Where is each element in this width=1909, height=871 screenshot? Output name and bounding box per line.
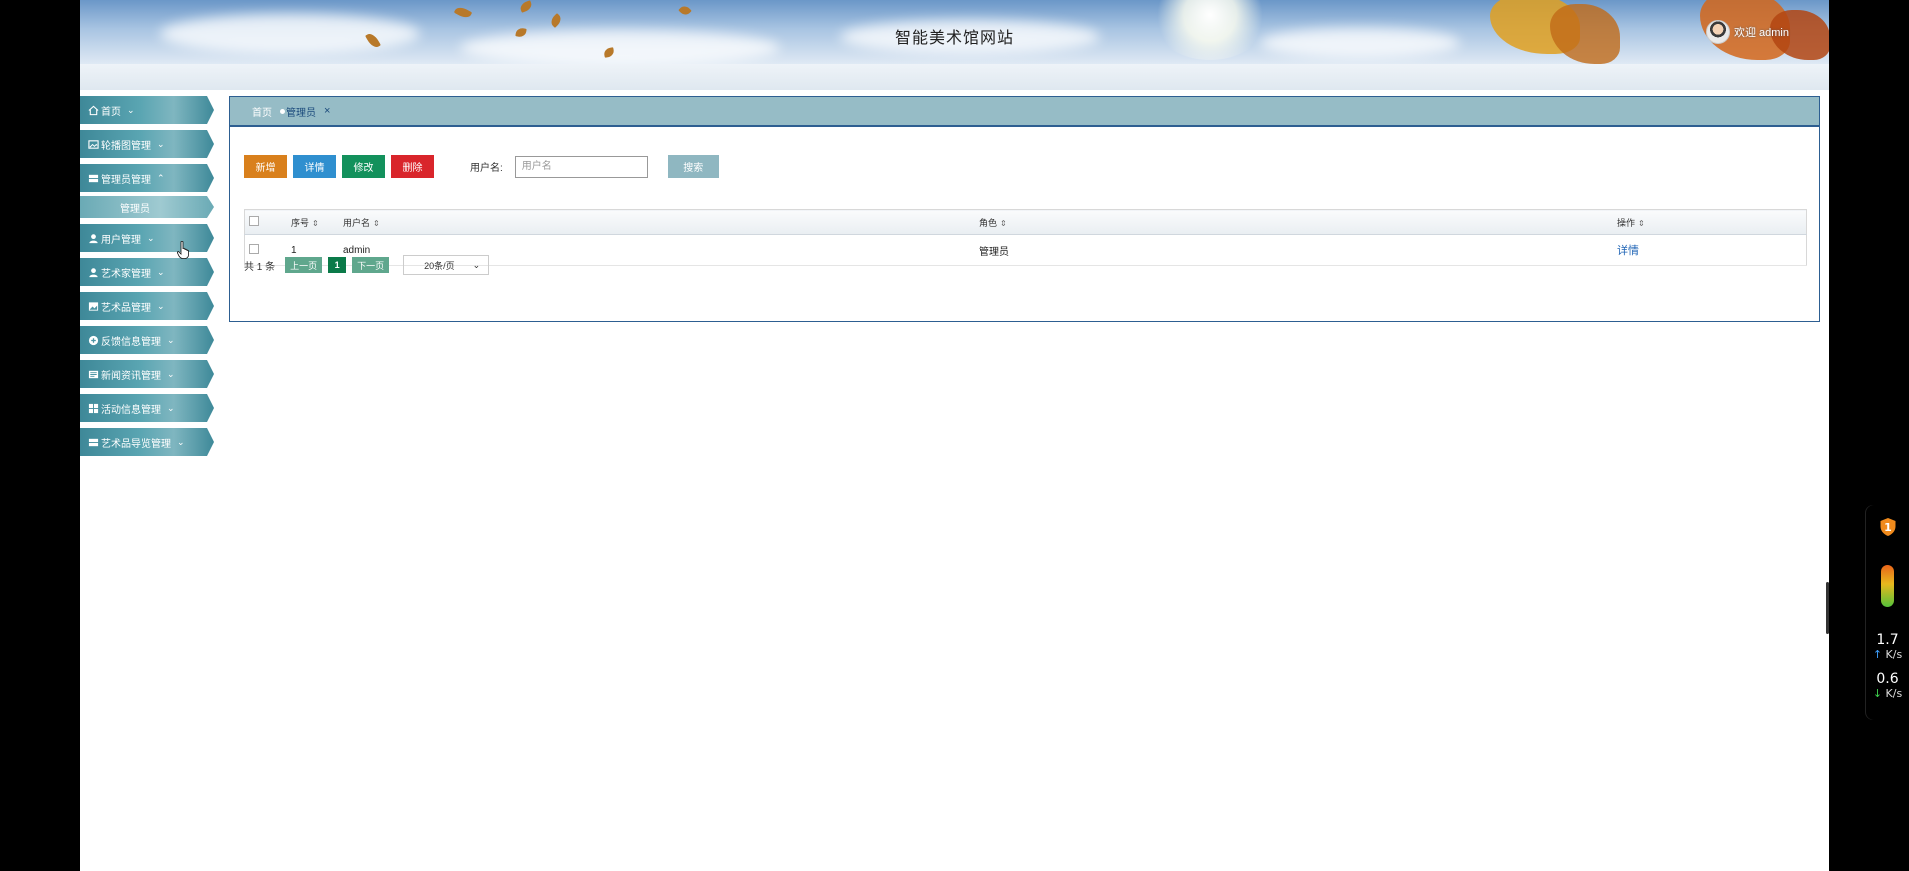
add-button[interactable]: 新增 — [244, 155, 287, 178]
user-icon — [87, 232, 99, 244]
row-detail-link[interactable]: 详情 — [1617, 245, 1639, 257]
chevron-down-icon: ⌄ — [472, 259, 481, 270]
column-header-username[interactable]: 用户名 ⇕ — [342, 209, 978, 235]
sidebar-subitem-admin[interactable]: 管理员 — [80, 196, 214, 218]
search-label: 用户名: — [470, 163, 503, 174]
arrow-down-icon: ↓ — [1872, 687, 1883, 700]
chevron-down-icon: ⌄ — [167, 334, 175, 345]
picture-icon — [87, 300, 99, 312]
chevron-down-icon: ⌄ — [167, 368, 175, 379]
chevron-down-icon: ⌄ — [167, 402, 175, 413]
sidebar-item-label: 新闻资讯管理 — [101, 370, 161, 382]
total-count: 共 1 条 — [244, 261, 276, 273]
detail-button[interactable]: 详情 — [293, 155, 336, 178]
delete-button[interactable]: 删除 — [391, 155, 434, 178]
shield-icon[interactable]: 1 — [1879, 517, 1897, 537]
sidebar-item-activity-management[interactable]: 活动信息管理 ⌄ — [80, 394, 214, 422]
page-number-current[interactable]: 1 — [328, 257, 347, 273]
tab-home[interactable]: 首页 — [252, 104, 272, 119]
sidebar-item-label: 首页 — [101, 106, 121, 118]
chevron-down-icon: ⌄ — [157, 138, 165, 149]
header-banner: 智能美术馆网站 欢迎 admin — [80, 0, 1829, 64]
page-size-select[interactable]: 20条/页 ⌄ — [403, 255, 490, 275]
user-menu[interactable]: 欢迎 admin — [1705, 20, 1789, 44]
chevron-up-icon: ⌃ — [157, 172, 165, 183]
table-header-row: 序号 ⇕ 用户名 ⇕ 角色 ⇕ 操作 ⇕ — [244, 209, 1807, 235]
news-icon — [87, 368, 99, 380]
arrow-up-icon: ↑ — [1872, 648, 1883, 661]
sidebar-item-label: 艺术家管理 — [101, 268, 151, 280]
list-icon — [87, 172, 99, 184]
sidebar-item-feedback-management[interactable]: 反馈信息管理 ⌄ — [80, 326, 214, 354]
user-icon — [87, 266, 99, 278]
svg-text:1: 1 — [1884, 521, 1892, 534]
toolbar: 新增 详情 修改 删除 用户名: 搜索 — [244, 155, 719, 178]
sort-icon[interactable]: ⇕ — [373, 219, 380, 228]
edit-button[interactable]: 修改 — [342, 155, 385, 178]
search-input[interactable] — [514, 155, 648, 178]
app-window: 智能美术馆网站 欢迎 admin 首页 ⌄ 轮播图管理 ⌄ 管理员管理 ⌃ 管理… — [80, 0, 1829, 871]
sort-icon[interactable]: ⇕ — [1638, 219, 1645, 228]
list-icon — [87, 436, 99, 448]
sidebar-item-label: 活动信息管理 — [101, 404, 161, 416]
scroll-handle[interactable] — [1826, 582, 1829, 634]
pagination: 共 1 条 上一页 1 下一页 20条/页 ⌄ — [244, 255, 490, 275]
sidebar-item-label: 艺术品导览管理 — [101, 438, 171, 450]
sidebar-item-label: 艺术品管理 — [101, 302, 151, 314]
active-dot-icon — [280, 108, 285, 114]
grid-icon — [87, 402, 99, 414]
chevron-down-icon: ⌄ — [157, 266, 165, 277]
column-header-index[interactable]: 序号 ⇕ — [290, 209, 342, 235]
network-speed-widget: 1 1.7 ↑ K/s 0.6 ↓ K/s — [1866, 505, 1909, 720]
temperature-bar — [1881, 565, 1894, 607]
select-all-checkbox[interactable] — [249, 216, 259, 226]
header-subbar — [80, 64, 1829, 90]
welcome-text: 欢迎 admin — [1733, 27, 1789, 39]
sidebar-item-news-management[interactable]: 新闻资讯管理 ⌄ — [80, 360, 214, 388]
home-icon — [87, 104, 99, 116]
sidebar: 首页 ⌄ 轮播图管理 ⌄ 管理员管理 ⌃ 管理员 用户管理 ⌄ 艺术家管理 ⌄ — [80, 96, 215, 462]
site-title: 智能美术馆网站 — [894, 30, 1014, 47]
sidebar-item-label: 反馈信息管理 — [101, 336, 161, 348]
chevron-down-icon: ⌄ — [147, 232, 155, 243]
tab-bar: 首页 管理员 × — [230, 97, 1819, 127]
chevron-down-icon: ⌄ — [177, 436, 185, 447]
sidebar-item-label: 管理员管理 — [101, 174, 151, 186]
prev-page-button[interactable]: 上一页 — [285, 257, 323, 273]
row-checkbox[interactable] — [249, 243, 259, 254]
sort-icon[interactable]: ⇕ — [312, 219, 319, 228]
next-page-button[interactable]: 下一页 — [352, 257, 390, 273]
image-icon — [87, 138, 99, 150]
upload-speed: 1.7 ↑ K/s — [1872, 632, 1903, 661]
sidebar-subitem-label: 管理员 — [120, 203, 150, 215]
column-header-action[interactable]: 操作 ⇕ — [1616, 209, 1807, 235]
chevron-down-icon: ⌄ — [157, 300, 165, 311]
column-header-role[interactable]: 角色 ⇕ — [978, 209, 1616, 235]
sidebar-item-home[interactable]: 首页 ⌄ — [80, 96, 214, 124]
content-panel: 首页 管理员 × 新增 详情 修改 删除 用户名: 搜索 序号⇕ 用户名⇕ 角 — [229, 96, 1820, 322]
avatar[interactable] — [1705, 20, 1730, 44]
tab-admin-label: 管理员 — [286, 107, 316, 119]
sidebar-item-artist-management[interactable]: 艺术家管理 ⌄ — [80, 258, 214, 286]
cell-role: 管理员 — [978, 234, 1616, 266]
sidebar-item-artwork-guide-management[interactable]: 艺术品导览管理 ⌄ — [80, 428, 214, 456]
sidebar-item-artwork-management[interactable]: 艺术品管理 ⌄ — [80, 292, 214, 320]
sidebar-item-carousel[interactable]: 轮播图管理 ⌄ — [80, 130, 214, 158]
chevron-down-icon: ⌄ — [127, 104, 135, 115]
sort-icon[interactable]: ⇕ — [1000, 219, 1007, 228]
search-button[interactable]: 搜索 — [667, 155, 719, 178]
close-icon[interactable]: × — [324, 105, 330, 117]
sidebar-item-label: 轮播图管理 — [101, 140, 151, 152]
plus-circle-icon — [87, 334, 99, 346]
sidebar-item-user-management[interactable]: 用户管理 ⌄ — [80, 224, 214, 252]
sidebar-item-admin-management[interactable]: 管理员管理 ⌃ — [80, 164, 214, 192]
sidebar-item-label: 用户管理 — [101, 234, 141, 246]
hand-cursor-icon — [177, 241, 189, 259]
download-speed: 0.6 ↓ K/s — [1872, 671, 1903, 700]
tab-admin[interactable]: 管理员 × — [280, 104, 330, 119]
